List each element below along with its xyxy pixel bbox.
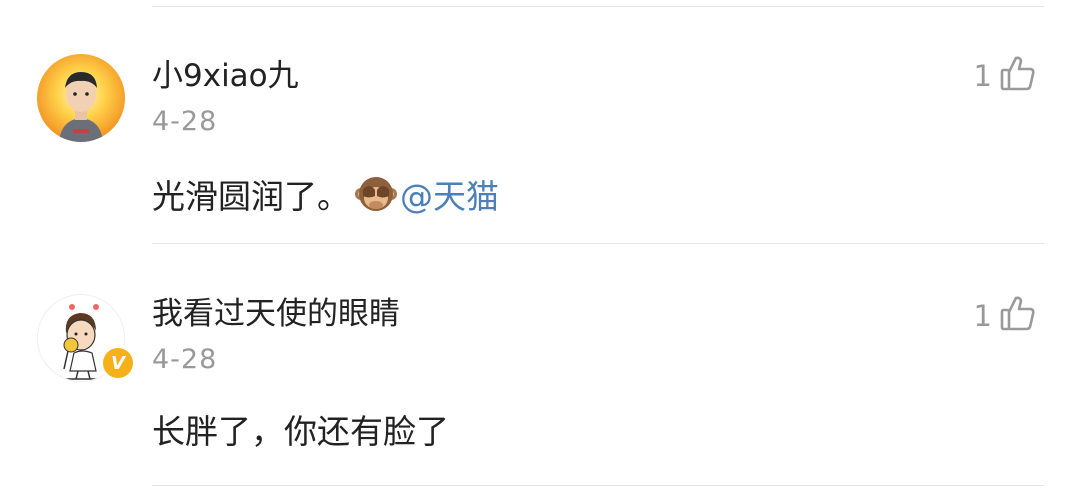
comment-date: 4-28 bbox=[152, 106, 218, 137]
avatar[interactable] bbox=[37, 54, 125, 142]
thumbs-up-icon bbox=[1000, 294, 1036, 339]
comment-text: 长胖了，你还有脸了 bbox=[152, 412, 449, 451]
bottom-divider bbox=[152, 485, 1044, 486]
mention-link[interactable]: @天猫 bbox=[400, 177, 499, 216]
username[interactable]: 我看过天使的眼睛 bbox=[152, 294, 400, 334]
see-no-evil-monkey-icon bbox=[354, 172, 398, 216]
comment-date: 4-28 bbox=[152, 344, 218, 375]
thumbs-up-icon bbox=[1000, 54, 1036, 99]
verified-badge: V bbox=[100, 345, 136, 381]
like-button[interactable]: 1 bbox=[974, 54, 1036, 98]
username[interactable]: 小9xiao九 bbox=[152, 56, 299, 96]
comment-text-body: 光滑圆润了。 bbox=[152, 177, 350, 216]
like-count: 1 bbox=[973, 59, 992, 93]
like-count: 1 bbox=[973, 299, 992, 333]
comment-text: 光滑圆润了。 @天猫 bbox=[152, 172, 499, 219]
comment-item: V 我看过天使的眼睛 4-28 长胖了，你还有脸了 1 bbox=[0, 242, 1080, 482]
like-button[interactable]: 1 bbox=[974, 294, 1036, 338]
comment-item: 小9xiao九 4-28 光滑圆润了。 @天猫 1 bbox=[0, 0, 1080, 240]
